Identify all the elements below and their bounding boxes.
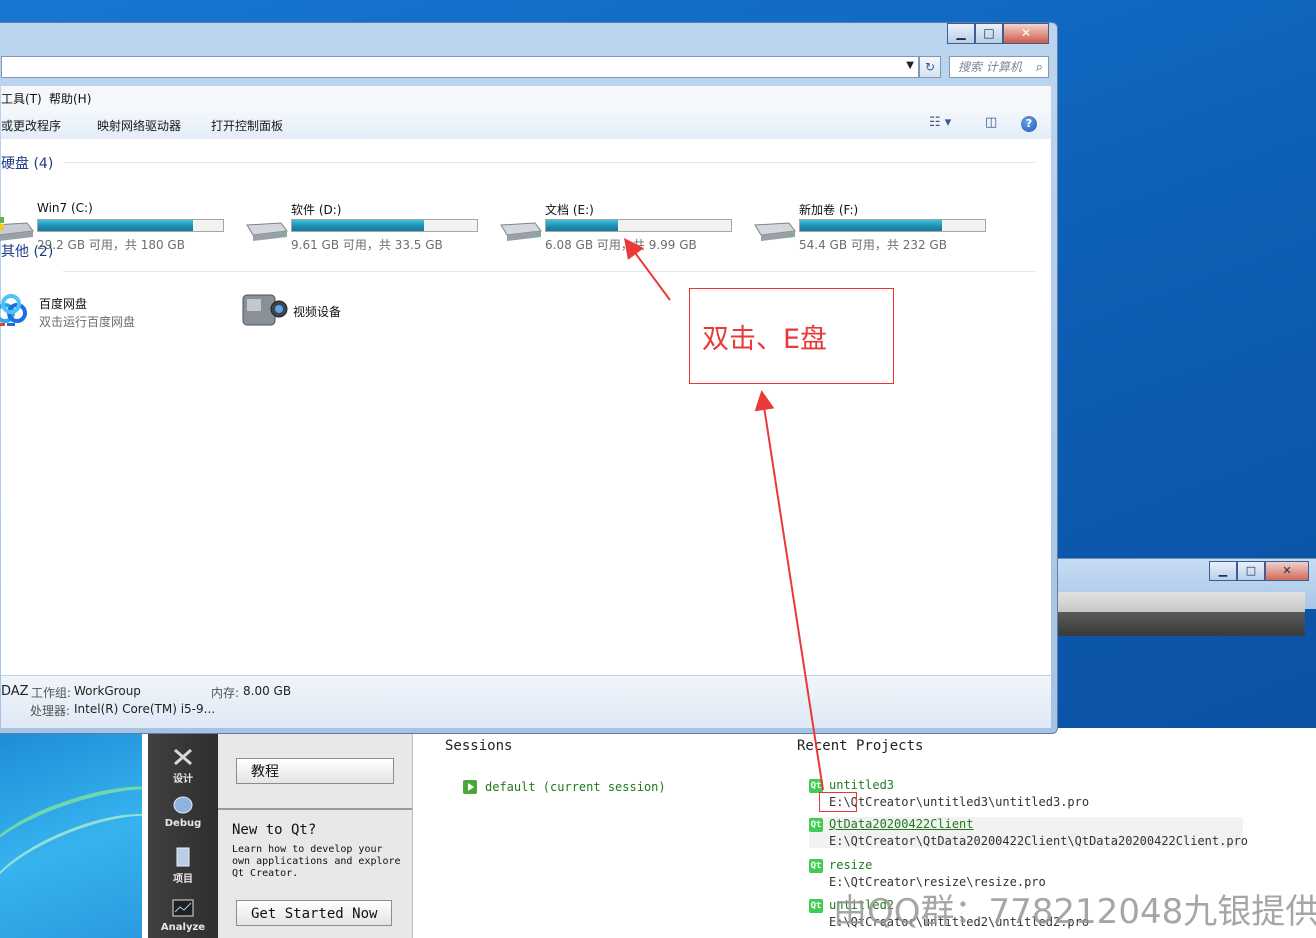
watermark-text: 由QQ群：778212048九银提供 <box>833 892 1316 932</box>
arrow-to-drive-e <box>624 237 671 301</box>
arrow-from-project-path <box>754 390 824 791</box>
annotation-arrows <box>624 237 824 791</box>
